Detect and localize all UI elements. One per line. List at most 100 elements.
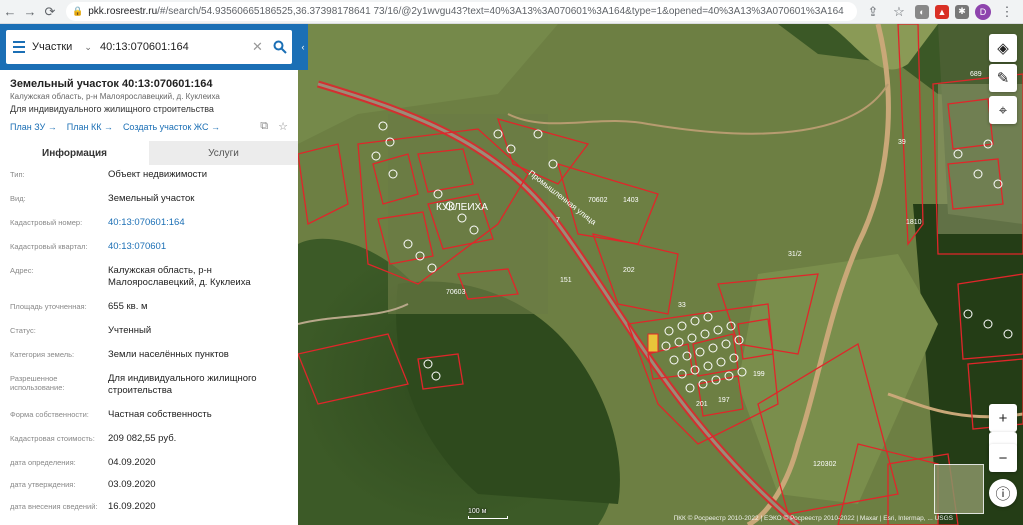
address-bar[interactable]: 🔒 pkk.rosreestr.ru /#/search/54.93560665… [66, 2, 857, 21]
info-row: Площадь уточненная: 655 кв. м [0, 297, 298, 321]
info-row-label: дата внесения сведений: [10, 502, 98, 511]
map-scale: 100 м [468, 508, 508, 519]
search-input[interactable]: 40:13:070601:164 [96, 41, 252, 53]
info-row-label: Кадастровый квартал: [10, 242, 88, 251]
info-row-value: Калужская область, р-н Малоярославецкий,… [108, 265, 251, 289]
info-row-label: Статус: [10, 326, 36, 335]
pdf-extension-icon[interactable]: ▲ [935, 4, 949, 19]
collapse-panel-button[interactable]: ‹ [298, 24, 308, 70]
info-row: дата утверждения: 03.09.2020 [0, 475, 298, 497]
ruler-icon[interactable]: ✎ [989, 64, 1017, 92]
plan-kk-link[interactable]: План КК → [67, 122, 113, 132]
info-row-label: Разрешенное использование: [10, 374, 65, 392]
parcel-label: 1810 [906, 219, 922, 226]
info-row-label: Кадастровый номер: [10, 218, 83, 227]
info-row-label: Адрес: [10, 266, 34, 275]
search-type-select[interactable]: Участки ⌄ [32, 41, 96, 53]
hamburger-menu-icon[interactable] [6, 41, 32, 53]
share-icon[interactable]: ⇪ [863, 2, 883, 22]
minimap[interactable] [934, 464, 984, 514]
info-row-label: Вид: [10, 194, 26, 203]
search-bar: Участки ⌄ 40:13:070601:164 ✕ [0, 24, 298, 70]
locate-icon[interactable]: ⌖ [989, 96, 1017, 124]
info-row-value: Учтенный [108, 325, 152, 336]
parcel-label: 120302 [813, 461, 836, 468]
clear-search-icon[interactable]: ✕ [252, 39, 268, 55]
create-parcel-link[interactable]: Создать участок ЖС → [123, 122, 220, 132]
info-row: Разрешенное использование: Для индивидуал… [0, 369, 298, 405]
info-row: Кадастровая стоимость: 209 082,55 руб. [0, 429, 298, 453]
map-attribution: ПКК © Росреестр 2010-2022 | ЕЭКО © Росре… [673, 515, 953, 522]
parcel-label: 33 [678, 302, 686, 309]
bookmark-star-icon[interactable]: ☆ [889, 2, 909, 22]
panel-tabs: Информация Услуги [0, 141, 298, 165]
info-row: дата определения: 04.09.2020 [0, 453, 298, 475]
favorite-star-icon[interactable]: ☆ [278, 120, 288, 133]
back-icon[interactable]: ← [0, 2, 20, 22]
info-row-value: Объект недвижимости [108, 169, 208, 180]
info-row: Кадастровый номер: 40:13:070601:164 [0, 213, 298, 237]
selected-parcel[interactable] [647, 333, 659, 353]
info-row: Тип: Объект недвижимости [0, 165, 298, 189]
parcel-label: 689 [970, 71, 982, 78]
info-row-label: Кадастровая стоимость: [10, 434, 95, 443]
menu-dots-icon[interactable]: ⋮ [997, 2, 1017, 22]
tab-information[interactable]: Информация [0, 141, 149, 165]
parcel-label: 70602 [588, 197, 608, 204]
info-row: Адрес: Калужская область, р-н Малоярослав… [0, 261, 298, 297]
info-row-label: Площадь уточненная: [10, 302, 87, 311]
copy-icon[interactable]: ⧉ [260, 120, 268, 133]
info-row: Вид: Земельный участок [0, 189, 298, 213]
layers-icon[interactable]: ◈ [989, 34, 1017, 62]
info-row-value: 209 082,55 руб. [108, 433, 177, 444]
parcel-label: 202 [623, 267, 635, 274]
parcel-label: 201 [696, 401, 708, 408]
reload-icon[interactable]: ⟳ [40, 2, 60, 22]
tab-services[interactable]: Услуги [149, 141, 298, 165]
info-row-label: Категория земель: [10, 350, 75, 359]
info-row-value: 655 кв. м [108, 301, 148, 312]
info-row: дата внесения сведений: 16.09.2020 [0, 497, 298, 519]
satellite-map: КУКЛЕИХА Промышленная улица 70602 1403 7… [298, 24, 1023, 525]
forward-icon[interactable]: → [20, 2, 40, 22]
info-panel: Участки ⌄ 40:13:070601:164 ✕ Земельный у… [0, 24, 298, 525]
village-label: КУКЛЕИХА [436, 202, 488, 213]
info-row-value: Для индивидуального жилищного строительс… [108, 373, 257, 397]
search-type-label: Участки [32, 41, 73, 53]
extension-icon[interactable]: ◐ [915, 4, 929, 19]
parcel-label: 39 [898, 139, 906, 146]
search-icon [273, 40, 287, 54]
info-icon[interactable]: ⓘ [989, 479, 1017, 507]
parcel-label: 70603 [446, 289, 466, 296]
parcel-address-subtitle: Калужская область, р-н Малоярославецкий,… [10, 92, 220, 101]
url-path: /#/search/54.93560665186525,36.373981786… [157, 6, 844, 17]
plan-zu-link[interactable]: План ЗУ → [10, 122, 57, 132]
parcel-label: 31/2 [788, 251, 802, 258]
parcel-purpose: Для индивидуального жилищного строительс… [10, 104, 214, 114]
info-row-value: Частная собственность [108, 409, 212, 420]
info-row: Статус: Учтенный [0, 321, 298, 345]
info-row-value[interactable]: 40:13:070601:164 [108, 217, 288, 229]
profile-avatar[interactable]: D [975, 3, 991, 20]
parcel-links: План ЗУ → План КК → Создать участок ЖС →… [0, 114, 298, 133]
info-row-value[interactable]: 40:13:070601 [108, 241, 288, 253]
info-row: Кадастровый квартал: 40:13:070601 [0, 237, 298, 261]
info-row-value: Земли населённых пунктов [108, 349, 229, 360]
search-button[interactable] [268, 40, 292, 54]
puzzle-extension-icon[interactable]: ✱ [955, 4, 969, 19]
info-row-label: Форма собственности: [10, 410, 89, 419]
chevron-down-icon: ⌄ [84, 41, 92, 52]
info-row-value: 03.09.2020 [108, 479, 156, 490]
info-row-label: дата утверждения: [10, 480, 76, 489]
info-row-value: Земельный участок [108, 193, 195, 204]
scale-label: 100 м [468, 508, 487, 515]
parcel-label: 7 [556, 217, 560, 224]
parcel-label: 1403 [623, 197, 639, 204]
zoom-in-button[interactable]: + [989, 404, 1017, 432]
parcel-title: Земельный участок 40:13:070601:164 [10, 78, 213, 90]
info-row-label: дата определения: [10, 458, 76, 467]
zoom-out-button[interactable]: − [989, 444, 1017, 472]
map-view[interactable]: КУКЛЕИХА Промышленная улица 70602 1403 7… [298, 24, 1023, 525]
info-row: Форма собственности: Частная собственност… [0, 405, 298, 429]
lock-icon: 🔒 [72, 6, 84, 16]
